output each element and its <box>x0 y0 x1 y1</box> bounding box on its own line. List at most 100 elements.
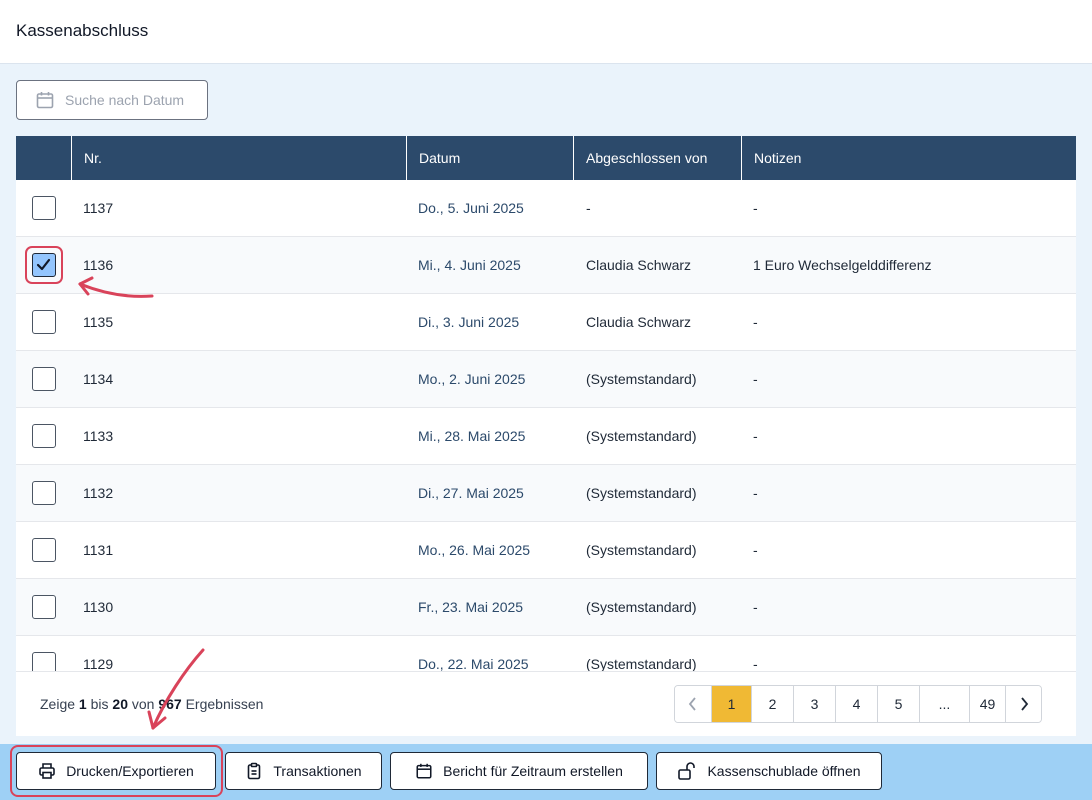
row-checkbox[interactable] <box>32 595 56 619</box>
page-title: Kassenabschluss <box>16 21 149 40</box>
results-total: 967 <box>158 696 182 712</box>
cell-abgeschlossen-von: (Systemstandard) <box>586 599 697 615</box>
cell-notizen: - <box>753 200 758 216</box>
pagination: 1 2 3 4 5... 49 <box>674 685 1042 723</box>
transactions-label: Transaktionen <box>273 763 362 779</box>
cell-notizen: - <box>753 371 758 387</box>
page-button[interactable]: ... <box>919 686 969 722</box>
page-button[interactable]: 49 <box>969 686 1005 722</box>
transactions-button[interactable]: Transaktionen <box>225 752 382 790</box>
report-range-label: Bericht für Zeitraum erstellen <box>443 763 623 779</box>
page-button[interactable]: 5 <box>877 686 919 722</box>
results-suffix: Ergebnissen <box>185 696 264 712</box>
cell-notizen: - <box>753 428 758 444</box>
cell-notizen: 1 Euro Wechselgelddifferenz <box>753 257 932 273</box>
cell-notizen: - <box>753 485 758 501</box>
report-range-button[interactable]: Bericht für Zeitraum erstellen <box>390 752 648 790</box>
checkbox-highlight <box>25 246 63 284</box>
header-nr[interactable]: Nr. <box>71 136 406 180</box>
cell-nr: 1129 <box>83 656 114 671</box>
table-row[interactable]: 1133 Mi., 28. Mai 2025 (Systemstandard) - <box>16 408 1076 465</box>
table-row[interactable]: 1137 Do., 5. Juni 2025 - - <box>16 180 1076 237</box>
print-export-button[interactable]: Drucken/Exportieren <box>16 752 216 790</box>
cell-abgeschlossen-von: (Systemstandard) <box>586 371 697 387</box>
row-checkbox[interactable] <box>32 424 56 448</box>
calendar-icon <box>36 92 54 109</box>
cell-abgeschlossen-von: (Systemstandard) <box>586 428 697 444</box>
cell-nr: 1136 <box>83 257 114 273</box>
table-footer: Zeige 1 bis 20 von 967 Ergebnissen 12345… <box>16 671 1076 736</box>
cell-datum[interactable]: Mi., 28. Mai 2025 <box>418 408 525 465</box>
page-header: Kassenabschluss <box>0 0 1092 64</box>
cell-datum[interactable]: Mo., 2. Juni 2025 <box>418 351 525 408</box>
results-mid1: bis <box>90 696 109 712</box>
results-to: 20 <box>112 696 128 712</box>
print-export-label: Drucken/Exportieren <box>66 763 194 779</box>
row-checkbox[interactable] <box>32 196 56 220</box>
cell-abgeschlossen-von: Claudia Schwarz <box>586 314 692 330</box>
prev-page-button[interactable] <box>675 686 711 722</box>
cell-notizen: - <box>753 656 758 671</box>
cell-abgeschlossen-von: - <box>586 200 591 216</box>
results-prefix: Zeige <box>40 696 76 712</box>
results-from: 1 <box>78 696 87 712</box>
date-search-field[interactable] <box>16 80 208 120</box>
table-row[interactable]: 1135 Di., 3. Juni 2025 Claudia Schwarz - <box>16 294 1076 351</box>
cell-nr: 1134 <box>83 371 114 387</box>
unlock-icon <box>678 762 696 780</box>
page-button[interactable]: 3 <box>793 686 835 722</box>
closings-table: Nr. Datum Abgeschlossen von Notizen 1137… <box>16 136 1076 736</box>
chevron-right-icon <box>1020 697 1028 711</box>
header-select-column <box>16 136 71 180</box>
row-checkbox[interactable] <box>32 367 56 391</box>
date-search-input[interactable] <box>65 92 195 108</box>
cell-datum[interactable]: Mo., 26. Mai 2025 <box>418 522 530 579</box>
cell-abgeschlossen-von: Claudia Schwarz <box>586 257 692 273</box>
table-header: Nr. Datum Abgeschlossen von Notizen <box>16 136 1076 180</box>
row-checkbox[interactable] <box>32 652 56 671</box>
cell-datum[interactable]: Mi., 4. Juni 2025 <box>418 237 521 294</box>
calendar-icon <box>416 763 432 779</box>
open-drawer-label: Kassenschublade öffnen <box>707 763 861 779</box>
table-body: 1137 Do., 5. Juni 2025 - - 1136 Mi., 4. Juni … <box>16 180 1076 671</box>
cell-nr: 1131 <box>83 542 114 558</box>
header-abgeschlossen-von[interactable]: Abgeschlossen von <box>573 136 741 180</box>
page-button[interactable]: 4 <box>835 686 877 722</box>
page-button[interactable]: 1 <box>711 686 751 722</box>
table-row[interactable]: 1132 Di., 27. Mai 2025 (Systemstandard) - <box>16 465 1076 522</box>
row-checkbox[interactable] <box>32 538 56 562</box>
cell-notizen: - <box>753 599 758 615</box>
cell-datum[interactable]: Di., 3. Juni 2025 <box>418 294 519 351</box>
table-row[interactable]: 1134 Mo., 2. Juni 2025 (Systemstandard) - <box>16 351 1076 408</box>
open-drawer-button[interactable]: Kassenschublade öffnen <box>656 752 882 790</box>
cell-nr: 1137 <box>83 200 114 216</box>
cell-abgeschlossen-von: (Systemstandard) <box>586 542 697 558</box>
cell-datum[interactable]: Fr., 23. Mai 2025 <box>418 579 523 636</box>
cell-nr: 1132 <box>83 485 114 501</box>
printer-icon <box>39 763 55 779</box>
results-summary: Zeige 1 bis 20 von 967 Ergebnissen <box>40 696 263 712</box>
table-row[interactable]: 1129 Do., 22. Mai 2025 (Systemstandard) - <box>16 636 1076 671</box>
row-checkbox[interactable] <box>32 310 56 334</box>
cell-datum[interactable]: Do., 22. Mai 2025 <box>418 636 529 671</box>
table-row[interactable]: 1130 Fr., 23. Mai 2025 (Systemstandard) - <box>16 579 1076 636</box>
row-checkbox[interactable] <box>32 481 56 505</box>
table-row[interactable]: 1136 Mi., 4. Juni 2025 Claudia Schwarz 1 Eu… <box>16 237 1076 294</box>
cell-nr: 1133 <box>83 428 114 444</box>
cell-nr: 1135 <box>83 314 114 330</box>
header-datum[interactable]: Datum <box>406 136 573 180</box>
cell-abgeschlossen-von: (Systemstandard) <box>586 485 697 501</box>
next-page-button[interactable] <box>1005 686 1041 722</box>
chevron-left-icon <box>688 697 696 711</box>
page-button[interactable]: 2 <box>751 686 793 722</box>
results-mid2: von <box>131 696 155 712</box>
bottom-toolbar: Drucken/Exportieren Transaktionen Berich… <box>0 744 1092 800</box>
cell-datum[interactable]: Di., 27. Mai 2025 <box>418 465 524 522</box>
table-row[interactable]: 1131 Mo., 26. Mai 2025 (Systemstandard) - <box>16 522 1076 579</box>
header-notizen[interactable]: Notizen <box>741 136 1076 180</box>
cell-abgeschlossen-von: (Systemstandard) <box>586 656 697 671</box>
cell-notizen: - <box>753 314 758 330</box>
clipboard-icon <box>248 762 261 780</box>
cell-datum[interactable]: Do., 5. Juni 2025 <box>418 180 524 237</box>
cell-notizen: - <box>753 542 758 558</box>
